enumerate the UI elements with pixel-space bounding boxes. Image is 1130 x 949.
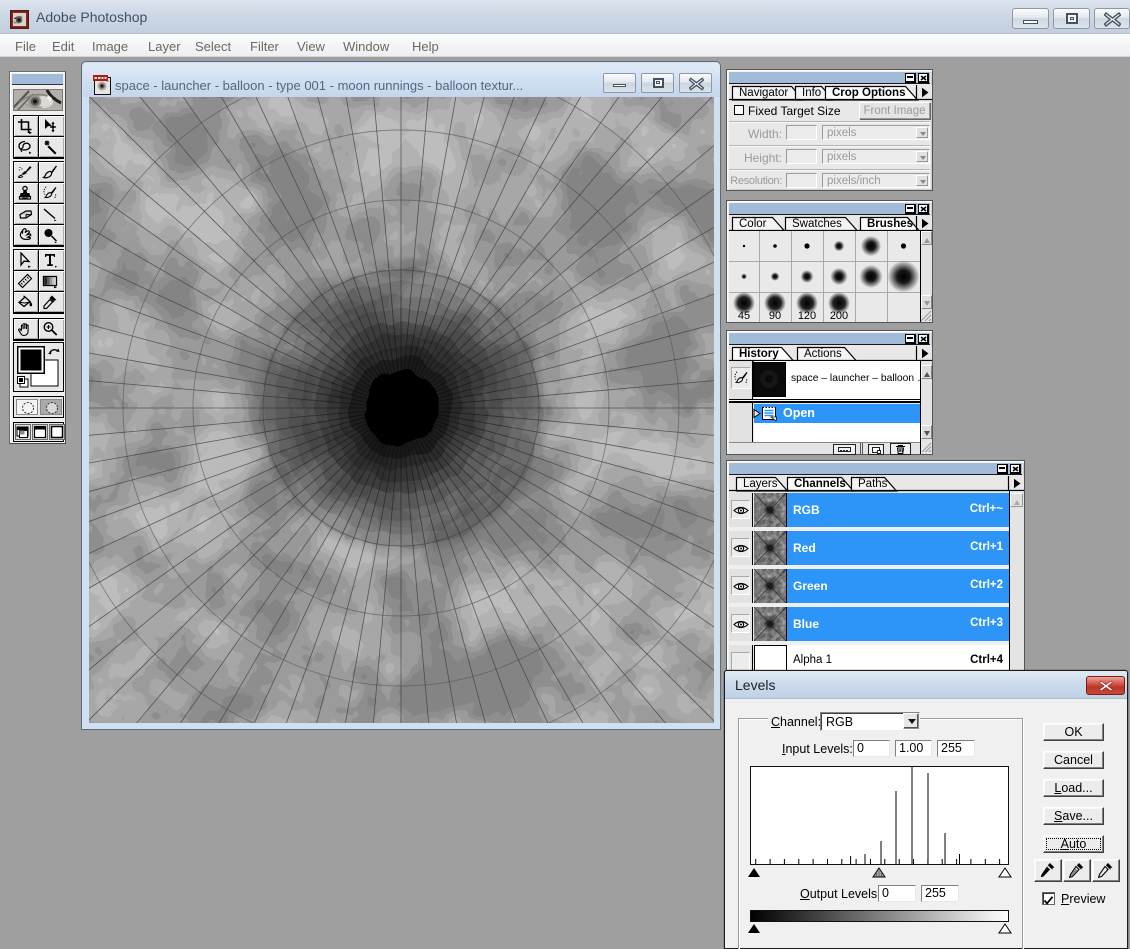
svg-text:200: 200 [830,310,848,322]
svg-text:45: 45 [738,310,750,322]
svg-text:120: 120 [798,310,816,322]
svg-text:90: 90 [769,310,781,322]
